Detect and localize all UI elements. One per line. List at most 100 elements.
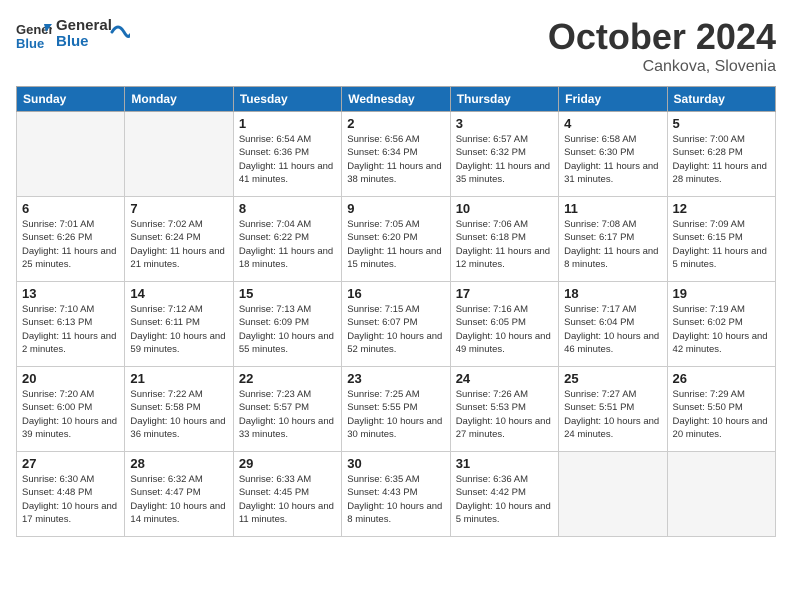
day-info: Sunrise: 6:32 AM Sunset: 4:47 PM Dayligh… — [130, 473, 227, 526]
day-info: Sunrise: 7:20 AM Sunset: 6:00 PM Dayligh… — [22, 388, 119, 441]
day-number: 30 — [347, 456, 444, 471]
logo-wave-icon — [110, 17, 130, 47]
day-number: 12 — [673, 201, 770, 216]
day-info: Sunrise: 7:04 AM Sunset: 6:22 PM Dayligh… — [239, 218, 336, 271]
calendar-day-cell: 17 Sunrise: 7:16 AM Sunset: 6:05 PM Dayli… — [450, 282, 558, 367]
day-info: Sunrise: 7:17 AM Sunset: 6:04 PM Dayligh… — [564, 303, 661, 356]
day-number: 16 — [347, 286, 444, 301]
day-number: 9 — [347, 201, 444, 216]
calendar-day-cell: 2 Sunrise: 6:56 AM Sunset: 6:34 PM Daylig… — [342, 112, 450, 197]
day-number: 21 — [130, 371, 227, 386]
calendar-day-cell: 24 Sunrise: 7:26 AM Sunset: 5:53 PM Dayli… — [450, 367, 558, 452]
day-info: Sunrise: 7:25 AM Sunset: 5:55 PM Dayligh… — [347, 388, 444, 441]
day-number: 15 — [239, 286, 336, 301]
calendar-day-cell: 31Sunrise: 6:36 AM Sunset: 4:42 PM Dayli… — [450, 452, 558, 537]
day-info: Sunrise: 6:30 AM Sunset: 4:48 PM Dayligh… — [22, 473, 119, 526]
calendar-day-cell: 3 Sunrise: 6:57 AM Sunset: 6:32 PM Daylig… — [450, 112, 558, 197]
day-info: Sunrise: 7:22 AM Sunset: 5:58 PM Dayligh… — [130, 388, 227, 441]
day-info: Sunrise: 7:01 AM Sunset: 6:26 PM Dayligh… — [22, 218, 119, 271]
day-info: Sunrise: 7:26 AM Sunset: 5:53 PM Dayligh… — [456, 388, 553, 441]
day-info: Sunrise: 6:54 AM Sunset: 6:36 PM Dayligh… — [239, 133, 336, 186]
weekday-header-cell: Wednesday — [342, 87, 450, 112]
calendar-day-cell: 21 Sunrise: 7:22 AM Sunset: 5:58 PM Dayli… — [125, 367, 233, 452]
weekday-header-cell: Friday — [559, 87, 667, 112]
calendar-day-cell — [125, 112, 233, 197]
logo-icon: General Blue — [16, 16, 52, 52]
day-info: Sunrise: 7:05 AM Sunset: 6:20 PM Dayligh… — [347, 218, 444, 271]
calendar-day-cell: 30Sunrise: 6:35 AM Sunset: 4:43 PM Dayli… — [342, 452, 450, 537]
calendar-week-row: 1 Sunrise: 6:54 AM Sunset: 6:36 PM Daylig… — [17, 112, 776, 197]
calendar-day-cell: 25 Sunrise: 7:27 AM Sunset: 5:51 PM Dayli… — [559, 367, 667, 452]
calendar-day-cell: 14 Sunrise: 7:12 AM Sunset: 6:11 PM Dayli… — [125, 282, 233, 367]
calendar-table: SundayMondayTuesdayWednesdayThursdayFrid… — [16, 86, 776, 537]
weekday-header-cell: Tuesday — [233, 87, 341, 112]
day-info: Sunrise: 6:56 AM Sunset: 6:34 PM Dayligh… — [347, 133, 444, 186]
day-number: 19 — [673, 286, 770, 301]
calendar-day-cell: 9 Sunrise: 7:05 AM Sunset: 6:20 PM Daylig… — [342, 197, 450, 282]
day-info: Sunrise: 7:09 AM Sunset: 6:15 PM Dayligh… — [673, 218, 770, 271]
day-info: Sunrise: 6:58 AM Sunset: 6:30 PM Dayligh… — [564, 133, 661, 186]
day-number: 1 — [239, 116, 336, 131]
day-number: 6 — [22, 201, 119, 216]
calendar-day-cell: 12 Sunrise: 7:09 AM Sunset: 6:15 PM Dayli… — [667, 197, 775, 282]
day-info: Sunrise: 7:13 AM Sunset: 6:09 PM Dayligh… — [239, 303, 336, 356]
calendar-week-row: 20 Sunrise: 7:20 AM Sunset: 6:00 PM Dayli… — [17, 367, 776, 452]
day-info: Sunrise: 6:36 AM Sunset: 4:42 PM Dayligh… — [456, 473, 553, 526]
day-number: 27 — [22, 456, 119, 471]
day-info: Sunrise: 6:33 AM Sunset: 4:45 PM Dayligh… — [239, 473, 336, 526]
calendar-day-cell: 16 Sunrise: 7:15 AM Sunset: 6:07 PM Dayli… — [342, 282, 450, 367]
day-number: 24 — [456, 371, 553, 386]
day-number: 23 — [347, 371, 444, 386]
day-info: Sunrise: 7:06 AM Sunset: 6:18 PM Dayligh… — [456, 218, 553, 271]
day-number: 3 — [456, 116, 553, 131]
weekday-header-cell: Sunday — [17, 87, 125, 112]
day-number: 25 — [564, 371, 661, 386]
day-number: 28 — [130, 456, 227, 471]
day-info: Sunrise: 7:12 AM Sunset: 6:11 PM Dayligh… — [130, 303, 227, 356]
day-info: Sunrise: 7:27 AM Sunset: 5:51 PM Dayligh… — [564, 388, 661, 441]
day-number: 2 — [347, 116, 444, 131]
day-info: Sunrise: 7:15 AM Sunset: 6:07 PM Dayligh… — [347, 303, 444, 356]
day-number: 5 — [673, 116, 770, 131]
calendar-day-cell: 10Sunrise: 7:06 AM Sunset: 6:18 PM Dayli… — [450, 197, 558, 282]
calendar-day-cell: 15 Sunrise: 7:13 AM Sunset: 6:09 PM Dayli… — [233, 282, 341, 367]
title-block: October 2024 Cankova, Slovenia — [548, 16, 776, 76]
day-number: 7 — [130, 201, 227, 216]
calendar-day-cell: 29 Sunrise: 6:33 AM Sunset: 4:45 PM Dayli… — [233, 452, 341, 537]
calendar-day-cell — [17, 112, 125, 197]
day-info: Sunrise: 7:08 AM Sunset: 6:17 PM Dayligh… — [564, 218, 661, 271]
day-info: Sunrise: 7:00 AM Sunset: 6:28 PM Dayligh… — [673, 133, 770, 186]
calendar-day-cell: 23 Sunrise: 7:25 AM Sunset: 5:55 PM Dayli… — [342, 367, 450, 452]
calendar-day-cell: 7Sunrise: 7:02 AM Sunset: 6:24 PM Daylig… — [125, 197, 233, 282]
logo-general: General — [56, 17, 112, 34]
day-number: 4 — [564, 116, 661, 131]
calendar-day-cell: 11 Sunrise: 7:08 AM Sunset: 6:17 PM Dayli… — [559, 197, 667, 282]
calendar-day-cell: 1 Sunrise: 6:54 AM Sunset: 6:36 PM Daylig… — [233, 112, 341, 197]
logo: General Blue General Blue — [16, 16, 130, 52]
calendar-day-cell: 22 Sunrise: 7:23 AM Sunset: 5:57 PM Dayli… — [233, 367, 341, 452]
day-info: Sunrise: 7:23 AM Sunset: 5:57 PM Dayligh… — [239, 388, 336, 441]
location: Cankova, Slovenia — [548, 58, 776, 76]
day-number: 17 — [456, 286, 553, 301]
day-info: Sunrise: 7:19 AM Sunset: 6:02 PM Dayligh… — [673, 303, 770, 356]
day-number: 11 — [564, 201, 661, 216]
day-info: Sunrise: 7:16 AM Sunset: 6:05 PM Dayligh… — [456, 303, 553, 356]
calendar-day-cell: 18 Sunrise: 7:17 AM Sunset: 6:04 PM Dayli… — [559, 282, 667, 367]
calendar-body: 1 Sunrise: 6:54 AM Sunset: 6:36 PM Daylig… — [17, 112, 776, 537]
calendar-day-cell — [667, 452, 775, 537]
day-number: 13 — [22, 286, 119, 301]
calendar-day-cell: 27 Sunrise: 6:30 AM Sunset: 4:48 PM Dayli… — [17, 452, 125, 537]
calendar-day-cell: 26Sunrise: 7:29 AM Sunset: 5:50 PM Dayli… — [667, 367, 775, 452]
day-number: 29 — [239, 456, 336, 471]
calendar-day-cell: 20 Sunrise: 7:20 AM Sunset: 6:00 PM Dayli… — [17, 367, 125, 452]
calendar-week-row: 27 Sunrise: 6:30 AM Sunset: 4:48 PM Dayli… — [17, 452, 776, 537]
weekday-header-cell: Monday — [125, 87, 233, 112]
day-number: 14 — [130, 286, 227, 301]
day-info: Sunrise: 6:57 AM Sunset: 6:32 PM Dayligh… — [456, 133, 553, 186]
day-number: 18 — [564, 286, 661, 301]
calendar-week-row: 6 Sunrise: 7:01 AM Sunset: 6:26 PM Daylig… — [17, 197, 776, 282]
day-number: 22 — [239, 371, 336, 386]
day-info: Sunrise: 7:10 AM Sunset: 6:13 PM Dayligh… — [22, 303, 119, 356]
day-number: 20 — [22, 371, 119, 386]
day-info: Sunrise: 7:29 AM Sunset: 5:50 PM Dayligh… — [673, 388, 770, 441]
